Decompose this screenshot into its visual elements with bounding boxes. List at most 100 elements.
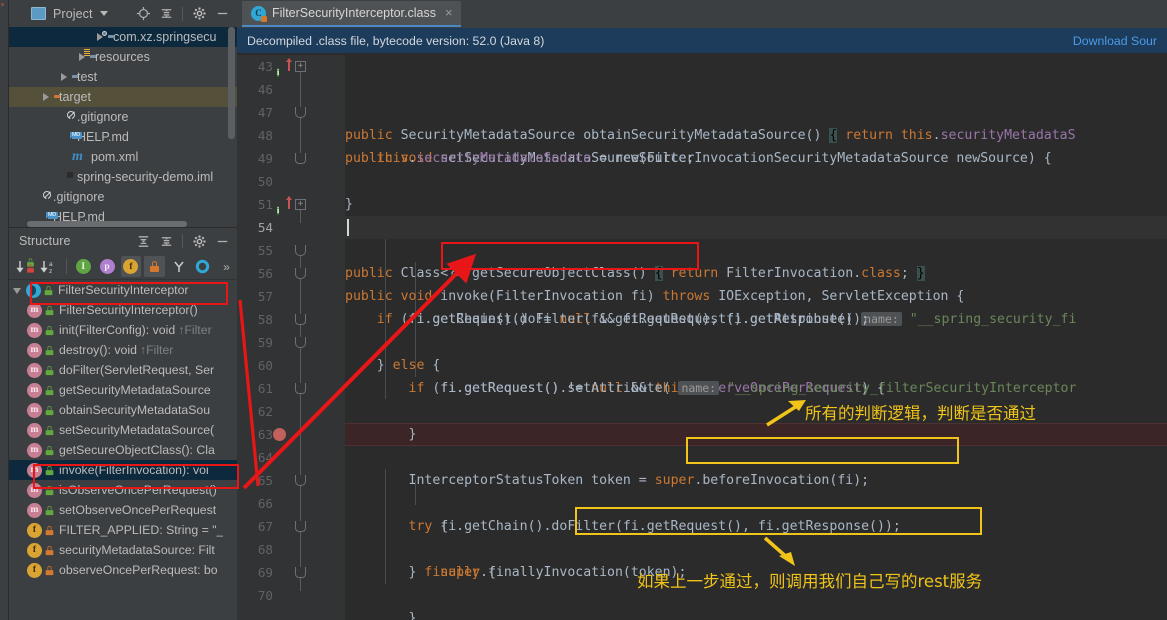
line-number: 70 — [257, 588, 273, 603]
fold-end-icon[interactable] — [295, 314, 306, 325]
fold-collapse-icon[interactable] — [295, 475, 306, 486]
public-lock-icon — [45, 485, 54, 495]
structure-toolbar: a z I p f » — [9, 254, 237, 280]
decompiled-notification-bar: Decompiled .class file, bytecode version… — [237, 28, 1167, 54]
sort-by-visibility-icon[interactable] — [15, 256, 36, 277]
collapse-arrow-icon[interactable] — [13, 288, 21, 294]
structure-item-label: setSecurityMetadataSource( — [59, 423, 215, 437]
close-icon[interactable]: × — [445, 6, 453, 19]
structure-item-isobserveonceperrequest[interactable]: m isObserveOncePerRequest() — [9, 480, 237, 500]
structure-item-getsecureobjectclass[interactable]: m getSecureObjectClass(): Cla — [9, 440, 237, 460]
fold-end-icon[interactable] — [295, 567, 306, 578]
method-icon: m — [27, 402, 42, 418]
structure-item-label: destroy(): void — [59, 343, 137, 357]
project-tree-scrollbar[interactable] — [228, 27, 235, 139]
line-number: 63 — [257, 427, 273, 442]
method-icon: m — [27, 362, 42, 378]
tree-item-gitignore-1[interactable]: .gitignore — [9, 107, 237, 127]
tree-item-help-md-1[interactable]: MD HELP.md — [9, 127, 237, 147]
breakpoint-icon[interactable] — [273, 428, 286, 441]
fold-end-icon[interactable] — [295, 521, 306, 532]
project-window-icon — [31, 7, 46, 20]
code-editor[interactable]: 43 i + public SecurityMetadataSource obt… — [237, 55, 1167, 620]
fold-plus-icon[interactable]: + — [295, 61, 306, 72]
fold-collapse-icon[interactable] — [295, 337, 306, 348]
structure-item-init[interactable]: m init(FilterConfig): void ↑Filter — [9, 320, 237, 340]
locate-icon[interactable] — [132, 3, 154, 25]
structure-panel-header: Structure — [9, 227, 237, 254]
line-number-current: 54 — [257, 220, 273, 235]
run-gutter-icon[interactable]: i — [277, 196, 292, 215]
fold-end-icon[interactable] — [295, 153, 306, 164]
download-sources-link[interactable]: Download Sour — [1073, 34, 1157, 48]
java-class-icon: C — [251, 5, 267, 22]
show-non-public-icon[interactable] — [144, 256, 166, 277]
public-lock-icon — [45, 345, 54, 355]
public-lock-icon — [45, 505, 54, 515]
structure-item-invoke[interactable]: m invoke(FilterInvocation): voi — [9, 460, 237, 480]
run-gutter-icon[interactable]: i — [277, 58, 292, 77]
structure-item-label: observeOncePerRequest: bo — [59, 563, 218, 577]
show-fields-icon[interactable]: f — [120, 256, 142, 277]
show-properties-icon[interactable]: p — [97, 256, 118, 277]
chevron-down-icon[interactable] — [99, 11, 108, 16]
collapse-all-icon[interactable] — [155, 3, 177, 25]
structure-item-class[interactable]: FilterSecurityInterceptor — [9, 280, 237, 300]
tree-item-resources[interactable]: resources — [9, 47, 237, 67]
method-icon: m — [27, 322, 42, 338]
minimize-icon[interactable] — [211, 230, 233, 252]
show-hierarchy-icon[interactable] — [168, 256, 189, 277]
tree-item-target[interactable]: target — [9, 87, 237, 107]
structure-item-observeonceperrequest-field[interactable]: f observeOncePerRequest: bo — [9, 560, 237, 580]
fold-collapse-icon[interactable] — [295, 245, 306, 256]
tree-item-label: com.xz.springsecu — [113, 30, 217, 44]
fold-collapse-icon[interactable] — [295, 107, 306, 118]
public-lock-icon — [45, 365, 54, 375]
line-number: 65 — [257, 473, 273, 488]
line-number: 48 — [257, 128, 273, 143]
collapse-all-icon[interactable] — [155, 230, 177, 252]
svg-text:z: z — [49, 268, 52, 275]
fold-end-icon[interactable] — [295, 383, 306, 394]
settings-gear-icon[interactable] — [188, 3, 210, 25]
structure-item-setsecuritymetadatasource[interactable]: m setSecurityMetadataSource( — [9, 420, 237, 440]
line-number: 69 — [257, 565, 273, 580]
more-actions-icon[interactable]: » — [216, 256, 237, 277]
structure-item-obtainsecuritymetadatasource[interactable]: m obtainSecurityMetadataSou — [9, 400, 237, 420]
tab-filtersecurityinterceptor-class[interactable]: C FilterSecurityInterceptor.class × — [242, 1, 461, 27]
minimize-icon[interactable] — [211, 3, 233, 25]
show-inherited-icon[interactable]: I — [73, 256, 94, 277]
tree-item-package[interactable]: com.xz.springsecu — [9, 27, 237, 47]
line-number: 61 — [257, 381, 273, 396]
line-number: 49 — [257, 151, 273, 166]
sort-alphabetically-icon[interactable]: a z — [39, 256, 60, 277]
structure-item-getsecuritymetadatasource[interactable]: m getSecurityMetadataSource — [9, 380, 237, 400]
tree-item-test[interactable]: test — [9, 67, 237, 87]
line-number: 62 — [257, 404, 273, 419]
method-icon: m — [27, 482, 42, 498]
tree-item-label: .gitignore — [77, 110, 129, 124]
settings-gear-icon[interactable] — [188, 230, 210, 252]
tree-item-label: target — [59, 90, 91, 104]
project-panel-header: Project — [9, 0, 237, 27]
editor-tab-bar: C FilterSecurityInterceptor.class × — [237, 0, 1167, 28]
structure-item-securitymetadatasource-field[interactable]: f securityMetadataSource: Filt — [9, 540, 237, 560]
structure-item-setobserveonceperrequest[interactable]: m setObserveOncePerRequest — [9, 500, 237, 520]
tree-item-iml[interactable]: spring-security-demo.iml — [9, 167, 237, 187]
structure-item-constructor[interactable]: m FilterSecurityInterceptor() — [9, 300, 237, 320]
expand-arrow-icon[interactable] — [43, 93, 49, 101]
structure-item-label: setObserveOncePerRequest — [59, 503, 217, 517]
tree-item-pom-xml[interactable]: m pom.xml — [9, 147, 237, 167]
expand-arrow-icon[interactable] — [61, 73, 67, 81]
tree-item-gitignore-2[interactable]: .gitignore — [9, 187, 237, 207]
fold-collapse-icon[interactable] — [295, 268, 306, 279]
structure-item-dofilter[interactable]: m doFilter(ServletRequest, Ser — [9, 360, 237, 380]
structure-item-filter-applied[interactable]: f FILTER_APPLIED: String = "_ — [9, 520, 237, 540]
structure-item-suffix: ↑Filter — [178, 323, 212, 337]
show-anonymous-icon[interactable] — [192, 256, 213, 277]
expand-all-icon[interactable] — [132, 230, 154, 252]
structure-item-destroy[interactable]: m destroy(): void ↑Filter — [9, 340, 237, 360]
divider — [65, 259, 67, 274]
fold-plus-icon[interactable]: + — [295, 199, 306, 210]
structure-item-label: getSecureObjectClass(): Cla — [59, 443, 215, 457]
